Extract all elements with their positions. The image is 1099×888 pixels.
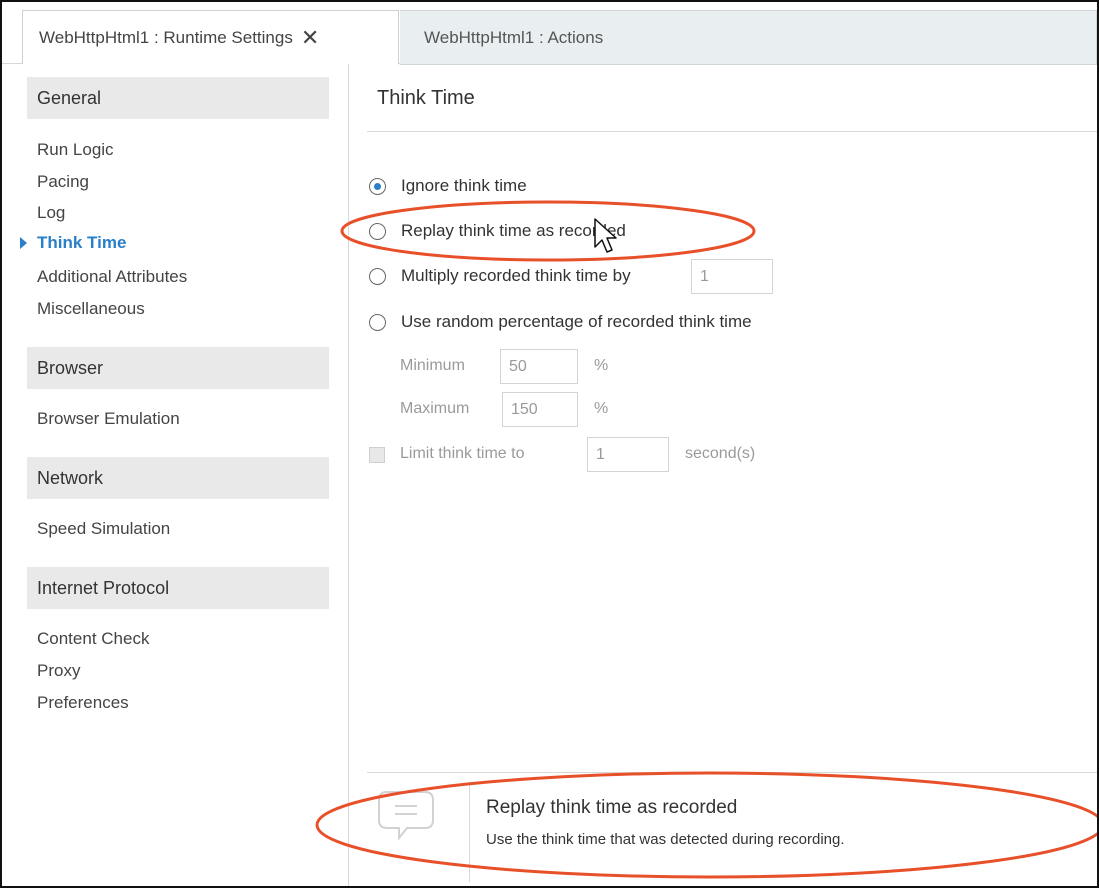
limit-think-time-unit: second(s) bbox=[685, 445, 756, 462]
group-header-network: Network bbox=[27, 457, 329, 499]
divider bbox=[367, 772, 1097, 773]
group-header-browser: Browser bbox=[27, 347, 329, 389]
tab-actions[interactable]: WebHttpHtml1 : Actions bbox=[400, 10, 1097, 65]
group-header-internet-protocol: Internet Protocol bbox=[27, 567, 329, 609]
sidebar-item-speed-simulation[interactable]: Speed Simulation bbox=[37, 517, 170, 541]
tab-bar: WebHttpHtml1 : Runtime Settings ✕ WebHtt… bbox=[2, 2, 1097, 65]
radio-ignore-think-time[interactable] bbox=[369, 177, 386, 195]
option-random-percentage[interactable]: Use random percentage of recorded think … bbox=[369, 312, 752, 332]
sidebar-item-proxy[interactable]: Proxy bbox=[37, 659, 80, 683]
minimum-label: Minimum bbox=[400, 357, 465, 374]
sidebar-item-think-time[interactable]: Think Time bbox=[37, 231, 126, 255]
sidebar-item-content-check[interactable]: Content Check bbox=[37, 627, 149, 651]
sidebar-item-miscellaneous[interactable]: Miscellaneous bbox=[37, 297, 145, 321]
minimum-input[interactable] bbox=[500, 349, 578, 384]
sidebar-item-additional-attributes[interactable]: Additional Attributes bbox=[37, 265, 187, 289]
sidebar-item-preferences[interactable]: Preferences bbox=[37, 691, 129, 715]
divider bbox=[469, 782, 470, 882]
limit-think-time-input[interactable] bbox=[587, 437, 669, 472]
option-label: Use random percentage of recorded think … bbox=[401, 312, 752, 331]
maximum-input[interactable] bbox=[502, 392, 578, 427]
help-title: Replay think time as recorded bbox=[486, 797, 738, 818]
multiply-factor-input[interactable] bbox=[691, 259, 773, 294]
option-multiply-think-time[interactable]: Multiply recorded think time by bbox=[369, 266, 631, 286]
option-ignore-think-time[interactable]: Ignore think time bbox=[369, 176, 527, 196]
page-title: Think Time bbox=[377, 87, 475, 109]
close-icon[interactable]: ✕ bbox=[301, 25, 319, 51]
option-replay-think-time[interactable]: Replay think time as recorded bbox=[369, 221, 626, 241]
divider bbox=[367, 131, 1097, 132]
sidebar-item-run-logic[interactable]: Run Logic bbox=[37, 138, 114, 162]
help-description: Use the think time that was detected dur… bbox=[486, 831, 845, 848]
minimum-unit: % bbox=[594, 357, 609, 374]
option-label: Ignore think time bbox=[401, 176, 527, 195]
comment-icon bbox=[378, 791, 434, 841]
group-header-general: General bbox=[27, 77, 329, 119]
sidebar-item-browser-emulation[interactable]: Browser Emulation bbox=[37, 407, 180, 431]
active-indicator-icon bbox=[20, 237, 27, 249]
sidebar-item-pacing[interactable]: Pacing bbox=[37, 170, 89, 194]
radio-replay-think-time[interactable] bbox=[369, 222, 386, 240]
tab-runtime-settings[interactable]: WebHttpHtml1 : Runtime Settings ✕ bbox=[22, 10, 399, 65]
radio-multiply-think-time[interactable] bbox=[369, 267, 386, 285]
tab-label: WebHttpHtml1 : Runtime Settings bbox=[39, 27, 293, 47]
runtime-settings-window: WebHttpHtml1 : Runtime Settings ✕ WebHtt… bbox=[0, 0, 1099, 888]
divider bbox=[348, 64, 349, 886]
radio-random-percentage[interactable] bbox=[369, 313, 386, 331]
option-label: Replay think time as recorded bbox=[401, 221, 626, 240]
maximum-unit: % bbox=[594, 400, 609, 417]
limit-think-time-label: Limit think time to bbox=[400, 445, 525, 462]
tab-label: WebHttpHtml1 : Actions bbox=[424, 27, 604, 47]
option-label: Multiply recorded think time by bbox=[401, 266, 631, 285]
sidebar-item-log[interactable]: Log bbox=[37, 201, 65, 225]
maximum-label: Maximum bbox=[400, 400, 470, 417]
limit-think-time-checkbox[interactable] bbox=[369, 447, 385, 463]
